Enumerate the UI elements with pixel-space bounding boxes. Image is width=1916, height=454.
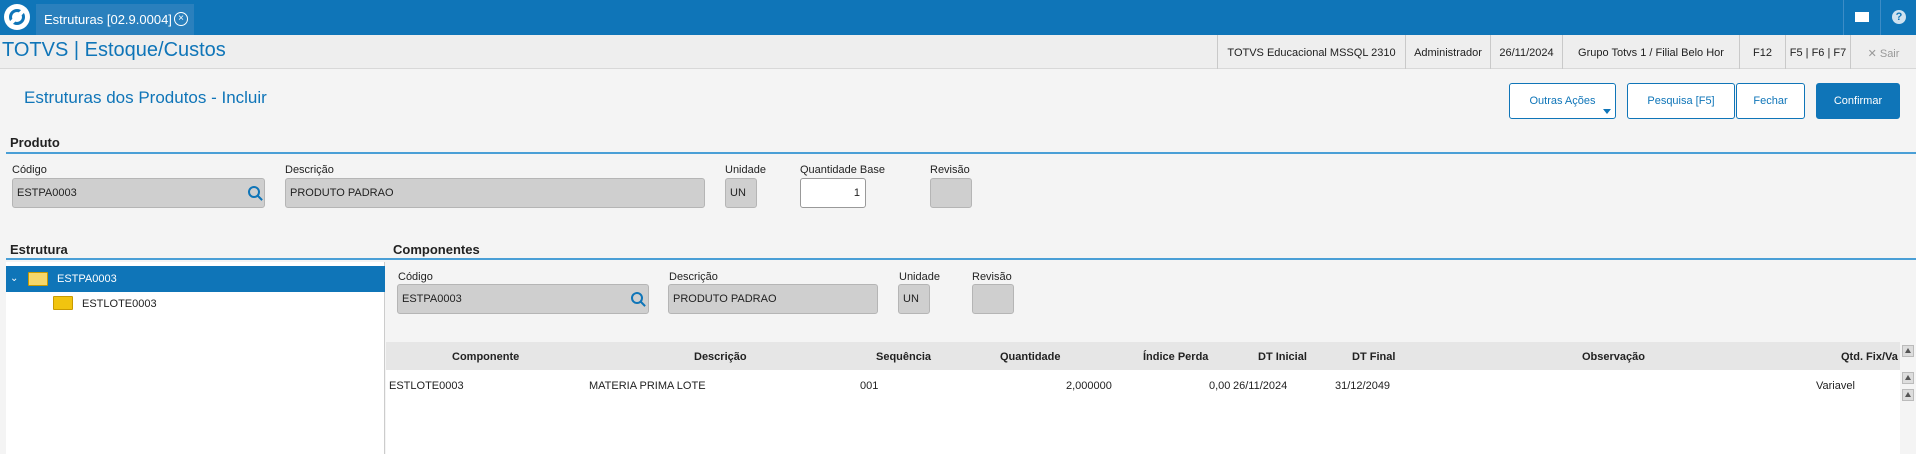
componentes-section-divider (386, 258, 1916, 260)
cell-dt-inicial[interactable]: 26/11/2024 (1233, 380, 1287, 392)
comp-unidade-label: Unidade (899, 271, 940, 283)
produto-section-title: Produto (10, 135, 60, 150)
grid-header: Componente Descrição Sequência Quantidad… (386, 342, 1900, 370)
col-dt-final[interactable]: DT Final (1352, 351, 1395, 363)
componentes-grid[interactable]: Componente Descrição Sequência Quantidad… (386, 342, 1900, 454)
estrutura-section-title: Estrutura (10, 242, 68, 257)
environment-info[interactable]: TOTVS Educacional MSSQL 2310 (1217, 35, 1405, 69)
help-button[interactable]: ? (1880, 0, 1916, 35)
comp-descricao-label: Descrição (669, 271, 718, 283)
help-icon: ? (1892, 10, 1906, 24)
descricao-field[interactable]: PRODUTO PADRAO (285, 178, 705, 208)
app-title: TOTVS | Estoque/Custos (2, 39, 226, 61)
col-descricao[interactable]: Descrição (694, 351, 747, 363)
estrutura-tree[interactable]: ⌄ ESTPA0003 ESTLOTE0003 (6, 262, 385, 454)
unidade-field[interactable]: UN (725, 178, 757, 208)
col-sequencia[interactable]: Sequência (876, 351, 931, 363)
col-componente[interactable]: Componente (452, 351, 519, 363)
comp-unidade-field[interactable]: UN (898, 284, 930, 314)
shortcuts-button[interactable]: F5 | F6 | F7 (1785, 35, 1850, 69)
scroll-top-icon[interactable] (1902, 345, 1914, 357)
col-observacao[interactable]: Observação (1582, 351, 1645, 363)
estrutura-section-divider (6, 258, 386, 260)
page-title: Estruturas dos Produtos - Incluir (24, 88, 267, 107)
folder-icon (53, 296, 73, 310)
quantidade-base-field[interactable]: 1 (800, 178, 866, 208)
col-indice-perda[interactable]: Índice Perda (1143, 351, 1208, 363)
folder-open-icon (28, 272, 48, 286)
cell-componente[interactable]: ESTLOTE0003 (389, 380, 464, 392)
totvs-logo-icon[interactable] (4, 4, 30, 30)
mail-button[interactable] (1843, 0, 1879, 35)
tree-node-child[interactable]: ESTLOTE0003 (6, 292, 385, 318)
outras-acoes-label: Outras Ações (1529, 95, 1596, 107)
grid-scrollbar[interactable] (1900, 342, 1916, 454)
cell-quantidade[interactable]: 2,000000 (1066, 380, 1112, 392)
revisao-label: Revisão (930, 164, 970, 176)
cell-dt-final[interactable]: 31/12/2049 (1335, 380, 1390, 392)
mail-icon (1855, 12, 1869, 22)
cell-sequencia[interactable]: 001 (860, 380, 878, 392)
produto-section-divider (6, 152, 1916, 154)
tree-node-root-label: ESTPA0003 (57, 273, 117, 285)
status-bar: TOTVS | Estoque/Custos TOTVS Educacional… (0, 35, 1916, 69)
comp-search-icon[interactable] (631, 292, 643, 304)
cell-qtd-fix-var[interactable]: Variavel (1816, 380, 1855, 392)
fechar-button[interactable]: Fechar (1736, 83, 1805, 119)
confirmar-button[interactable]: Confirmar (1816, 83, 1900, 119)
col-qtd-fix-var[interactable]: Qtd. Fix/Va (1841, 351, 1898, 363)
comp-codigo-label: Código (398, 271, 433, 283)
componentes-section-title: Componentes (393, 242, 480, 257)
col-quantidade[interactable]: Quantidade (1000, 351, 1061, 363)
comp-descricao-field[interactable]: PRODUTO PADRAO (668, 284, 878, 314)
scroll-up-icon[interactable] (1902, 372, 1914, 384)
codigo-field[interactable]: ESTPA0003 (12, 178, 265, 208)
descricao-label: Descrição (285, 164, 334, 176)
col-dt-inicial[interactable]: DT Inicial (1258, 351, 1307, 363)
comp-revisao-field[interactable] (972, 284, 1014, 314)
exit-button[interactable]: ✕ Sair (1850, 35, 1916, 69)
revisao-field[interactable] (930, 178, 972, 208)
chevron-down-icon[interactable]: ⌄ (10, 273, 18, 284)
search-icon[interactable] (248, 186, 260, 198)
tree-node-child-label: ESTLOTE0003 (82, 298, 157, 310)
caret-down-icon (1603, 109, 1611, 114)
date-info[interactable]: 26/11/2024 (1490, 35, 1562, 69)
tab-estruturas[interactable]: Estruturas [02.9.0004] × (36, 4, 194, 35)
user-info[interactable]: Administrador (1405, 35, 1490, 69)
tree-node-root[interactable]: ⌄ ESTPA0003 (6, 266, 385, 292)
outras-acoes-button[interactable]: Outras Ações (1509, 83, 1616, 119)
pesquisa-button[interactable]: Pesquisa [F5] (1627, 83, 1735, 119)
cell-descricao[interactable]: MATERIA PRIMA LOTE (589, 380, 706, 392)
comp-revisao-label: Revisão (972, 271, 1012, 283)
top-bar: Estruturas [02.9.0004] × ? (0, 0, 1916, 35)
codigo-label: Código (12, 164, 47, 176)
unidade-label: Unidade (725, 164, 766, 176)
cell-indice-perda[interactable]: 0,00 (1209, 380, 1230, 392)
f12-button[interactable]: F12 (1739, 35, 1785, 69)
comp-codigo-field[interactable]: ESTPA0003 (397, 284, 649, 314)
tab-close-icon[interactable]: × (174, 12, 188, 26)
quantidade-base-label: Quantidade Base (800, 164, 886, 176)
branch-info[interactable]: Grupo Totvs 1 / Filial Belo Hor (1562, 35, 1739, 69)
tab-title: Estruturas [02.9.0004] (44, 12, 172, 27)
scroll-up-alt-icon[interactable] (1902, 389, 1914, 401)
